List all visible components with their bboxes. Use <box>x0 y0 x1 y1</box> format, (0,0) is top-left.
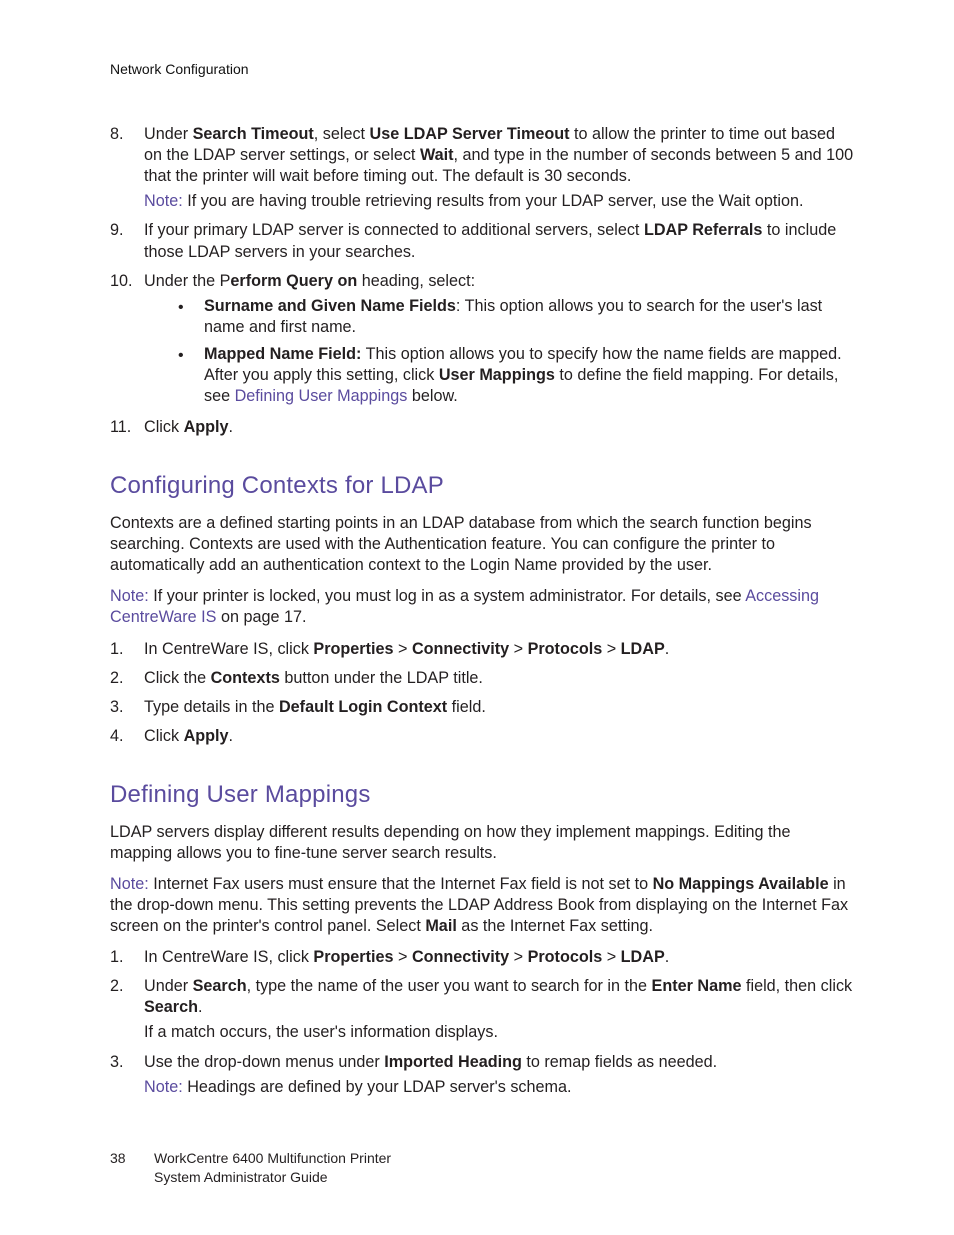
step-number: 10. <box>110 271 144 413</box>
note-label: Note: <box>110 587 149 605</box>
step-text: Click the Contexts button under the LDAP… <box>144 668 856 689</box>
step-text: Click Apply. <box>144 417 856 438</box>
step-number: 2. <box>110 976 144 1047</box>
bullet-dot-icon: • <box>178 296 204 338</box>
step-number: 1. <box>110 639 144 664</box>
footer-line-2: System Administrator Guide <box>110 1168 391 1187</box>
running-header: Network Configuration <box>110 60 856 78</box>
step-number: 4. <box>110 726 144 751</box>
note: Note: Internet Fax users must ensure tha… <box>110 874 856 937</box>
page: Network Configuration 8. Under Search Ti… <box>0 0 954 1235</box>
heading-configuring-contexts: Configuring Contexts for LDAP <box>110 470 856 501</box>
step-1: 1. In CentreWare IS, click Properties > … <box>110 639 856 664</box>
step-4: 4. Click Apply. <box>110 726 856 751</box>
step-text: Under Search, type the name of the user … <box>144 976 856 1018</box>
step-number: 3. <box>110 697 144 722</box>
step-number: 1. <box>110 947 144 972</box>
step-number: 11. <box>110 417 144 442</box>
bullet-dot-icon: • <box>178 344 204 407</box>
step-text: Under the Perform Query on heading, sele… <box>144 271 856 292</box>
step-8: 8. Under Search Timeout, select Use LDAP… <box>110 124 856 216</box>
step-2: 2. Click the Contexts button under the L… <box>110 668 856 693</box>
step-text: Type details in the Default Login Contex… <box>144 697 856 718</box>
ordered-list-primary: 8. Under Search Timeout, select Use LDAP… <box>110 124 856 442</box>
note: Note: If you are having trouble retrievi… <box>144 191 856 212</box>
step-number: 3. <box>110 1052 144 1102</box>
step-3: 3. Type details in the Default Login Con… <box>110 697 856 722</box>
step-2: 2. Under Search, type the name of the us… <box>110 976 856 1047</box>
bullet-list: • Surname and Given Name Fields: This op… <box>178 296 856 407</box>
step-3: 3. Use the drop-down menus under Importe… <box>110 1052 856 1102</box>
ordered-list-section2: 1. In CentreWare IS, click Properties > … <box>110 947 856 1101</box>
bullet-item: • Mapped Name Field: This option allows … <box>178 344 856 407</box>
page-number: 38 <box>110 1149 154 1168</box>
bullet-item: • Surname and Given Name Fields: This op… <box>178 296 856 338</box>
note-label: Note: <box>144 1078 183 1096</box>
step-number: 2. <box>110 668 144 693</box>
step-continuation: If a match occurs, the user's informatio… <box>144 1022 856 1043</box>
section-intro: Contexts are a defined starting points i… <box>110 513 856 576</box>
step-text: Click Apply. <box>144 726 856 747</box>
page-footer: 38WorkCentre 6400 Multifunction Printer … <box>110 1149 391 1187</box>
section-intro: LDAP servers display different results d… <box>110 822 856 864</box>
step-number: 8. <box>110 124 144 216</box>
step-text: If your primary LDAP server is connected… <box>144 220 856 262</box>
footer-line-1: WorkCentre 6400 Multifunction Printer <box>154 1150 391 1166</box>
note-label: Note: <box>110 875 149 893</box>
heading-defining-user-mappings: Defining User Mappings <box>110 779 856 810</box>
step-9: 9. If your primary LDAP server is connec… <box>110 220 856 266</box>
ordered-list-section1: 1. In CentreWare IS, click Properties > … <box>110 639 856 751</box>
step-text: Use the drop-down menus under Imported H… <box>144 1052 856 1073</box>
note: Note: Headings are defined by your LDAP … <box>144 1077 856 1098</box>
step-number: 9. <box>110 220 144 266</box>
link-defining-user-mappings[interactable]: Defining User Mappings <box>235 387 408 405</box>
step-text: Under Search Timeout, select Use LDAP Se… <box>144 124 856 187</box>
note-label: Note: <box>144 192 183 210</box>
step-text: In CentreWare IS, click Properties > Con… <box>144 639 856 660</box>
step-11: 11. Click Apply. <box>110 417 856 442</box>
step-text: In CentreWare IS, click Properties > Con… <box>144 947 856 968</box>
step-1: 1. In CentreWare IS, click Properties > … <box>110 947 856 972</box>
note: Note: If your printer is locked, you mus… <box>110 586 856 628</box>
step-10: 10. Under the Perform Query on heading, … <box>110 271 856 413</box>
